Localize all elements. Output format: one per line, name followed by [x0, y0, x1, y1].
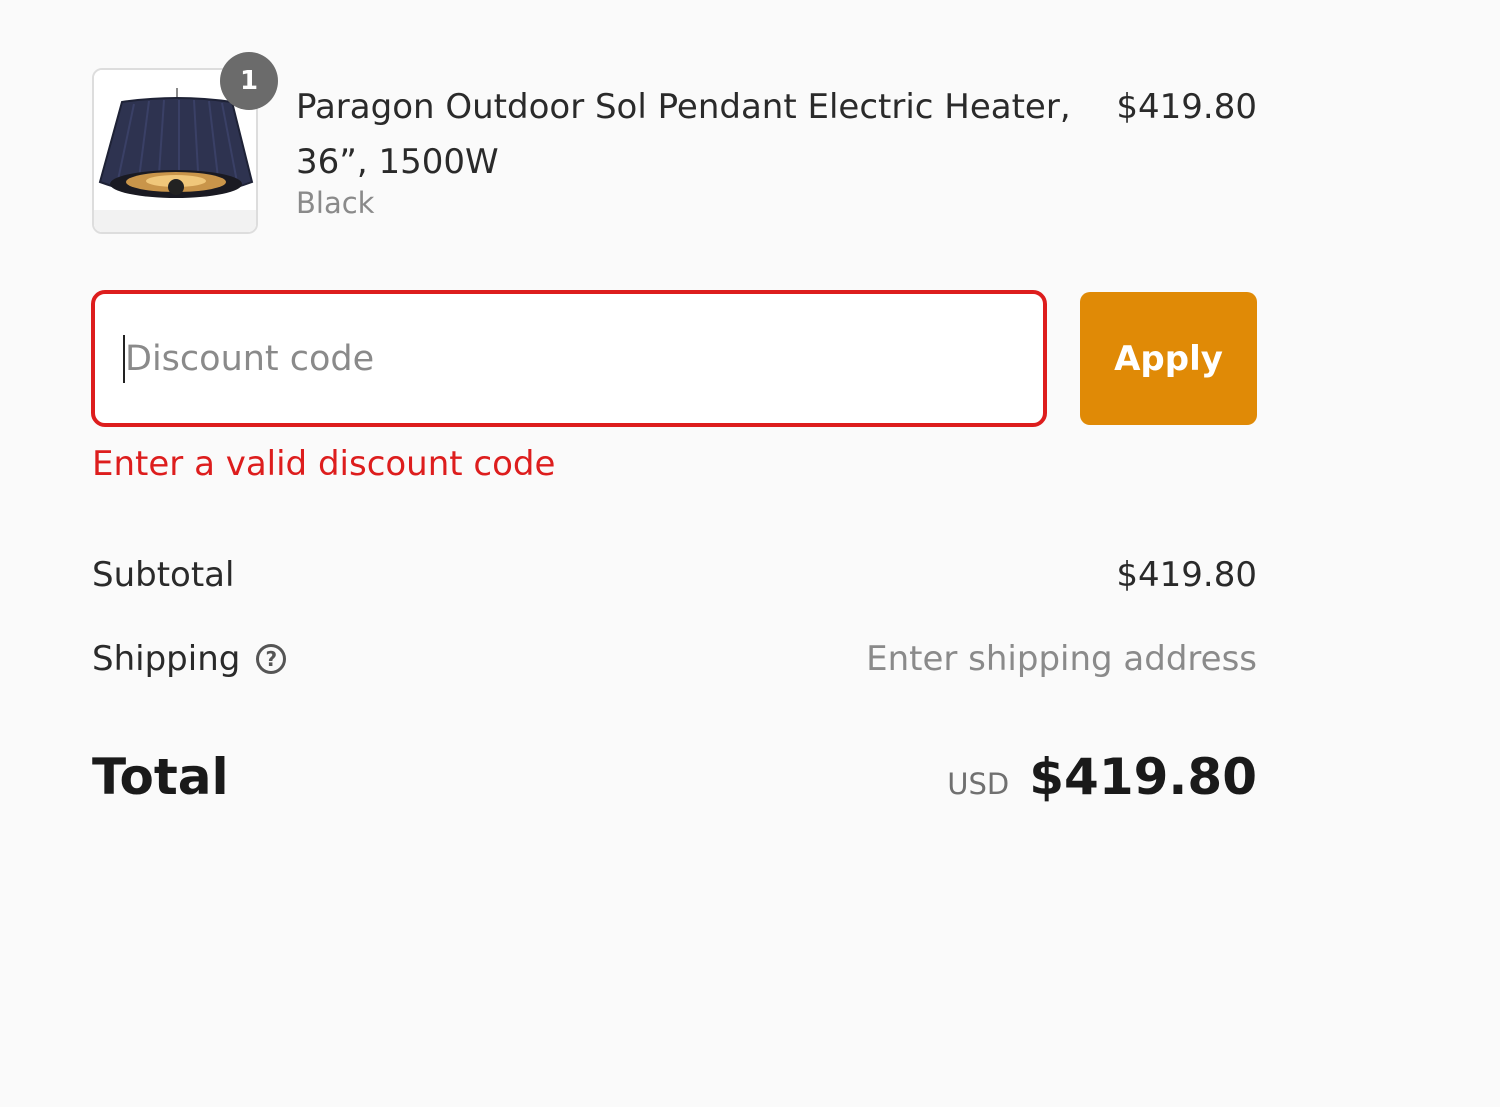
- shipping-row: Shipping ?: [92, 639, 287, 679]
- order-line-item: 1 Paragon Outdoor Sol Pendant Electric H…: [92, 52, 1257, 238]
- shipping-value: Enter shipping address: [866, 639, 1257, 679]
- text-cursor: [123, 335, 125, 383]
- currency-code: USD: [947, 767, 1010, 801]
- quantity-badge: 1: [220, 52, 278, 110]
- product-variant: Black: [296, 186, 375, 220]
- total-value: $419.80: [1029, 748, 1257, 806]
- subtotal-value: $419.80: [1116, 555, 1257, 595]
- apply-discount-button[interactable]: Apply: [1080, 292, 1257, 425]
- question-circle-icon[interactable]: ?: [256, 644, 287, 674]
- total-label: Total: [92, 748, 229, 806]
- product-name: Paragon Outdoor Sol Pendant Electric Hea…: [296, 87, 1071, 182]
- subtotal-label: Subtotal: [92, 555, 235, 595]
- total-amount: USD $419.80: [947, 748, 1257, 806]
- discount-error-message: Enter a valid discount code: [92, 444, 556, 484]
- discount-code-input[interactable]: [91, 290, 1047, 427]
- shipping-label: Shipping: [92, 639, 241, 679]
- line-item-price: $419.80: [1116, 87, 1257, 127]
